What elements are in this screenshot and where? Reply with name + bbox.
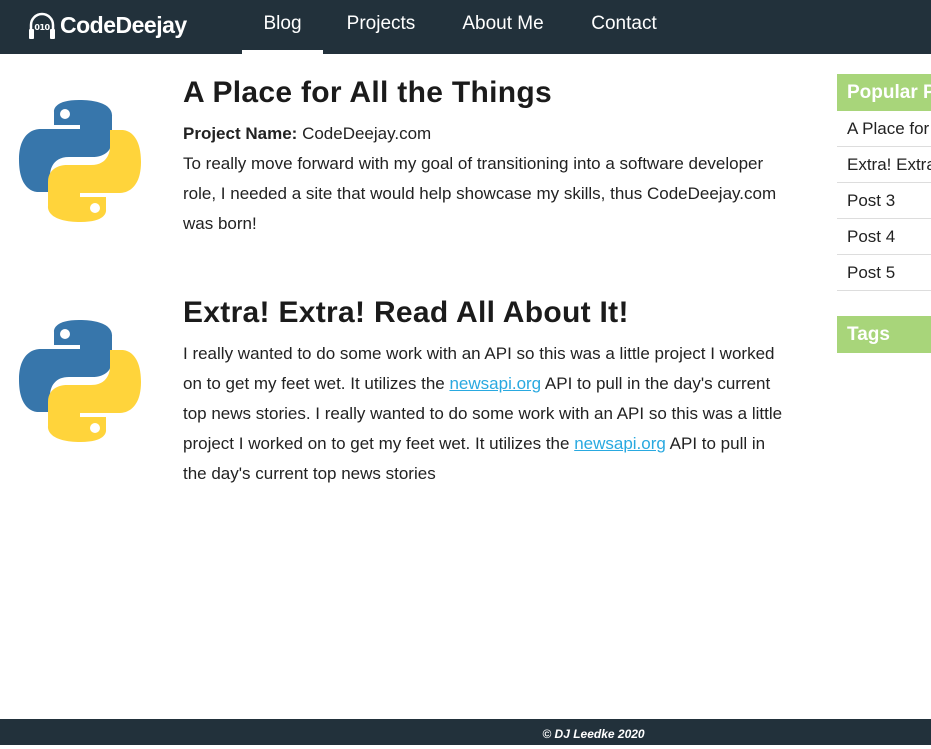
- svg-text:010: 010: [34, 23, 50, 32]
- python-logo-icon: [17, 318, 143, 444]
- brand-name: CodeDeejay: [60, 11, 187, 38]
- newsapi-link[interactable]: newsapi.org: [574, 434, 666, 453]
- post-body: Project Name: CodeDeejay.com To really m…: [183, 119, 793, 239]
- newsapi-link[interactable]: newsapi.org: [449, 374, 541, 393]
- popular-posts-heading: Popular Posts: [837, 74, 931, 111]
- python-logo-icon: [17, 98, 143, 224]
- project-value: CodeDeejay.com: [302, 124, 432, 143]
- post-title[interactable]: Extra! Extra! Read All About It!: [183, 296, 629, 330]
- popular-post-link[interactable]: Extra! Extra! Read All About It!: [837, 147, 931, 183]
- nav-about-me[interactable]: About Me: [450, 0, 556, 54]
- popular-post-link[interactable]: Post 3: [837, 183, 931, 219]
- footer: © DJ Leedke 2020: [0, 719, 931, 745]
- nav-contact[interactable]: Contact: [580, 0, 668, 54]
- headphones-icon: 010: [29, 12, 55, 39]
- nav-blog[interactable]: Blog: [242, 0, 323, 54]
- post-title[interactable]: A Place for All the Things: [183, 76, 552, 110]
- post-body: I really wanted to do some work with an …: [183, 339, 793, 489]
- post-text: To really move forward with my goal of t…: [183, 154, 777, 233]
- popular-post-link[interactable]: Post 5: [837, 255, 931, 291]
- project-label: Project Name:: [183, 124, 298, 143]
- sidebar: Popular Posts A Place for All the Things…: [837, 74, 931, 353]
- popular-post-link[interactable]: A Place for All the Things: [837, 111, 931, 147]
- popular-post-link[interactable]: Post 4: [837, 219, 931, 255]
- nav-projects[interactable]: Projects: [336, 0, 426, 54]
- brand-logo[interactable]: 010 CodeDeejay: [27, 10, 187, 40]
- top-nav: 010 CodeDeejay Blog Projects About Me Co…: [0, 0, 931, 54]
- tags-heading: Tags: [837, 316, 931, 353]
